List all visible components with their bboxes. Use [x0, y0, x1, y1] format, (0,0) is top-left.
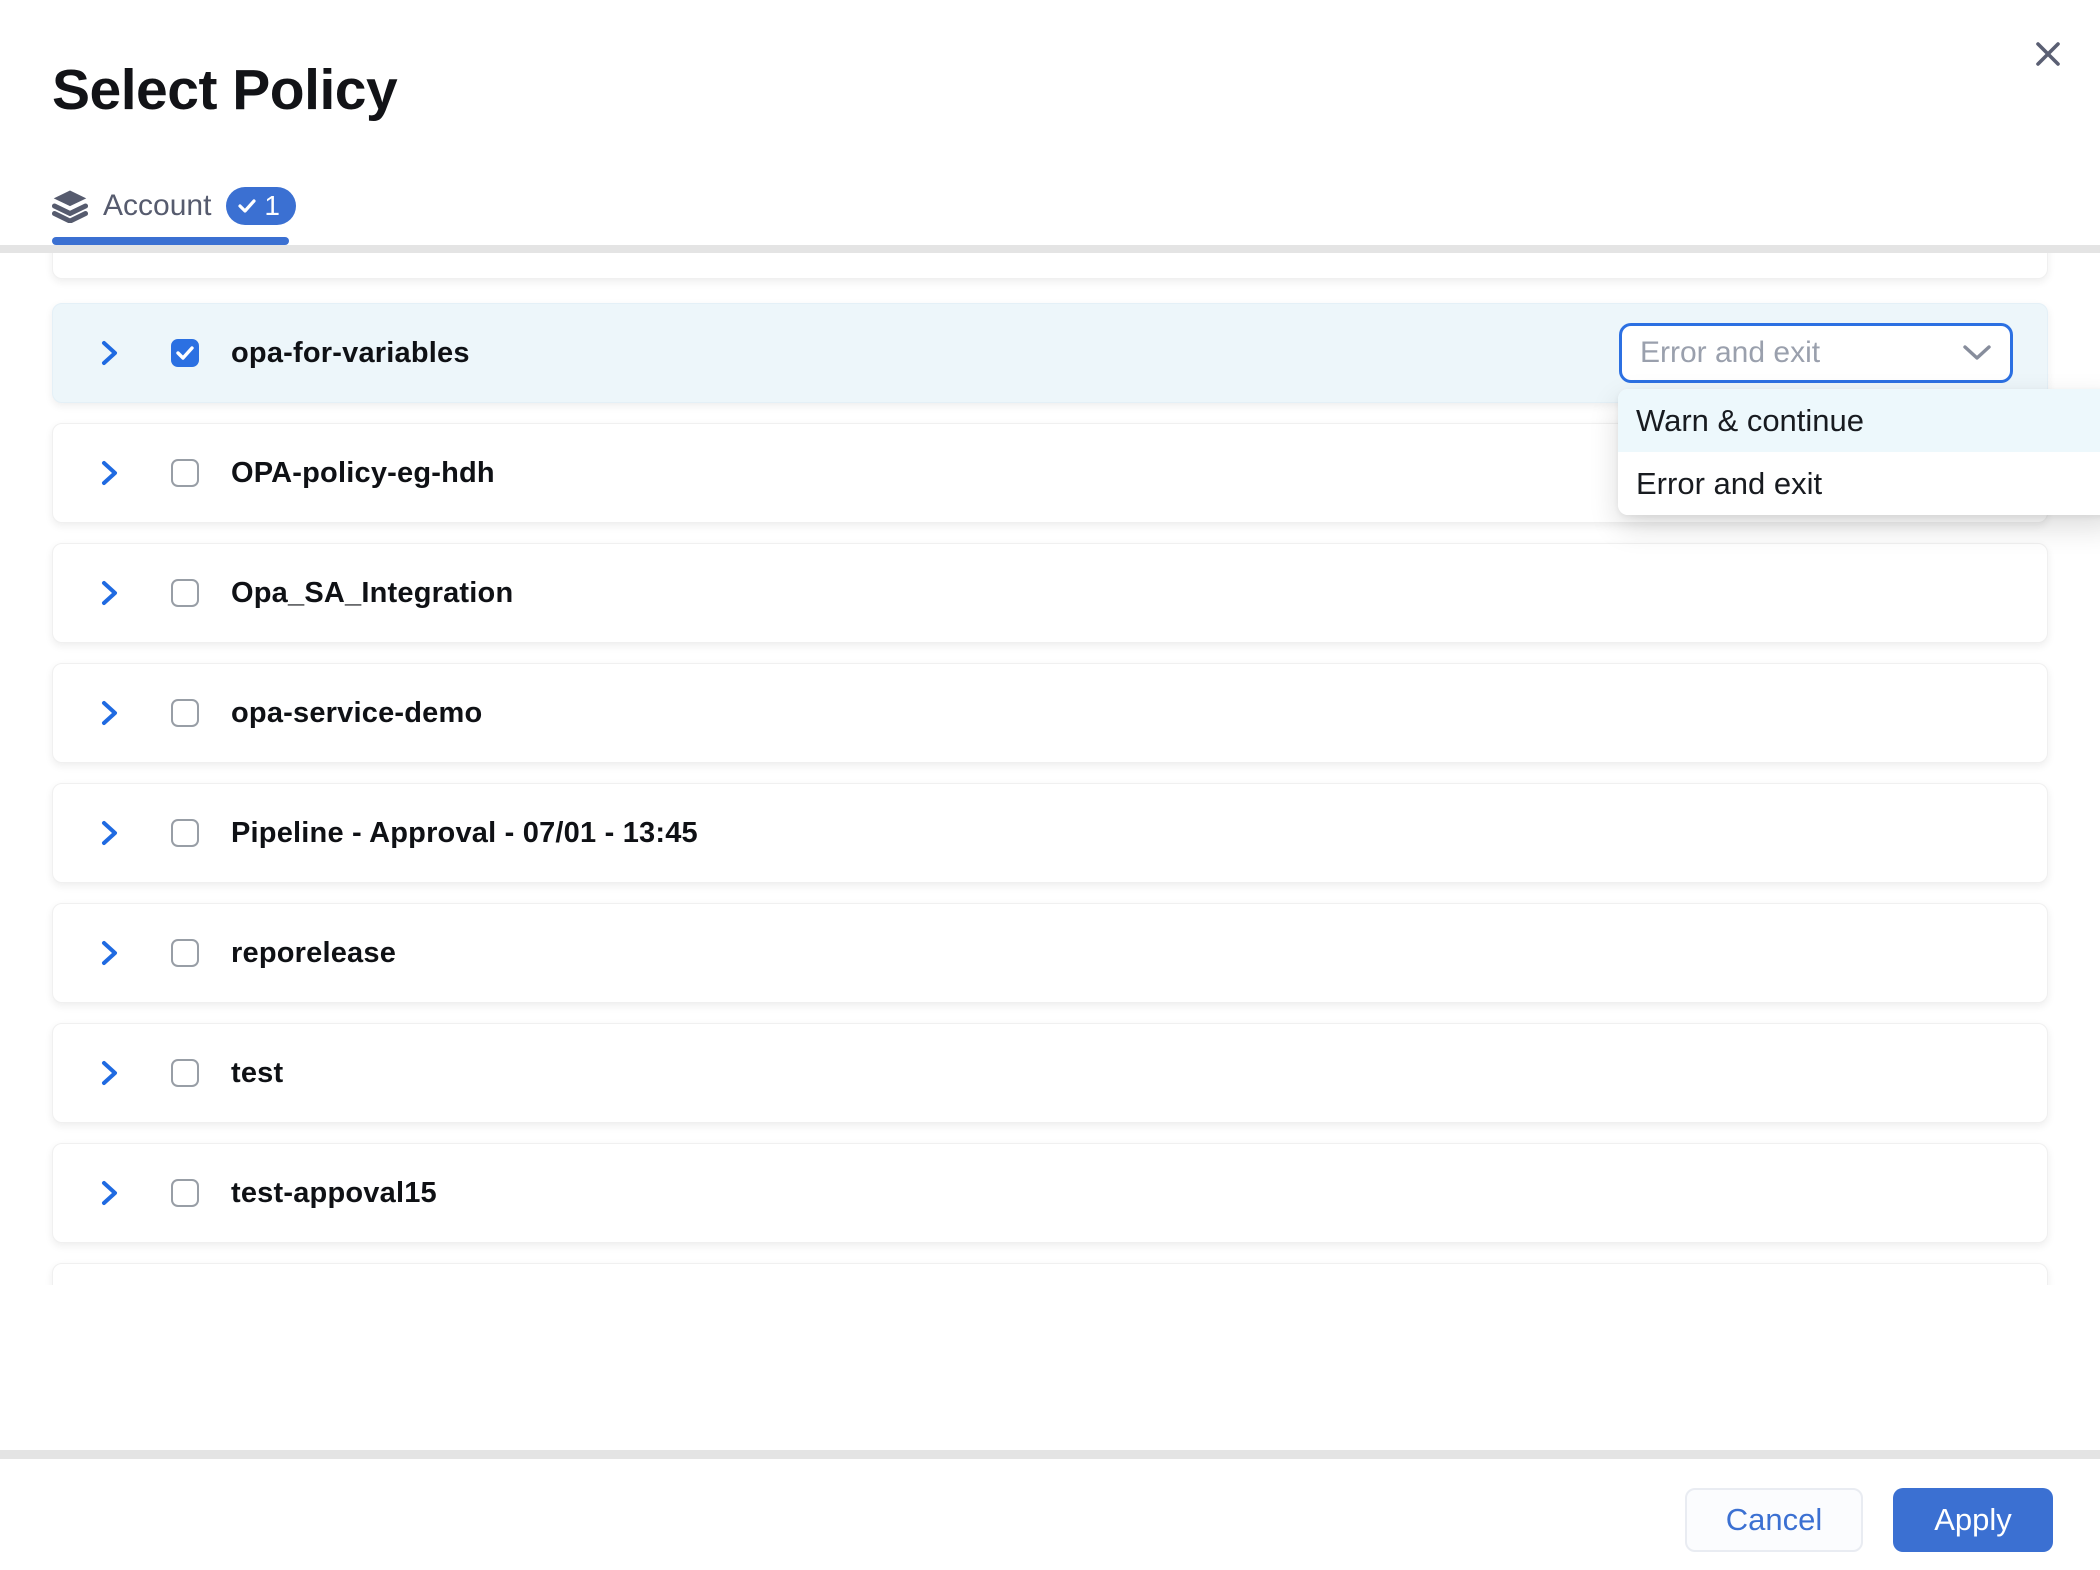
- table-row-test[interactable]: test: [52, 1023, 2048, 1123]
- layers-icon: [52, 189, 88, 223]
- policy-checkbox[interactable]: [171, 1059, 199, 1087]
- table-row-partial-top[interactable]: [52, 253, 2048, 279]
- active-tab-indicator: [52, 237, 289, 245]
- apply-button[interactable]: Apply: [1893, 1488, 2053, 1552]
- table-row-test-appoval15[interactable]: test-appoval15: [52, 1143, 2048, 1243]
- chevron-right-icon[interactable]: [100, 1056, 130, 1090]
- chevron-right-icon[interactable]: [100, 576, 130, 610]
- policy-checkbox[interactable]: [171, 579, 199, 607]
- table-row-partial-bottom[interactable]: [52, 1263, 2048, 1285]
- header-divider: [0, 245, 2100, 253]
- tab-account[interactable]: Account 1: [52, 183, 296, 229]
- menu-item-error-and-exit[interactable]: Error and exit: [1618, 452, 2100, 515]
- select-policy-modal: Select Policy Account 1: [0, 0, 2100, 1570]
- chevron-right-icon[interactable]: [100, 936, 130, 970]
- policy-checkbox[interactable]: [171, 459, 199, 487]
- policy-name: opa-for-variables: [231, 337, 470, 370]
- chevron-right-icon[interactable]: [100, 1176, 130, 1210]
- selected-count: 1: [264, 190, 280, 222]
- chevron-right-icon[interactable]: [100, 336, 130, 370]
- selected-count-badge: 1: [226, 187, 296, 225]
- severity-dropdown-menu: Warn & continue Error and exit: [1618, 389, 2100, 515]
- table-row-opa-for-variables[interactable]: opa-for-variables Error and exit: [52, 303, 2048, 403]
- chevron-down-icon: [1962, 344, 1992, 362]
- table-row-opa-service-demo[interactable]: opa-service-demo: [52, 663, 2048, 763]
- tab-account-label: Account: [103, 189, 211, 223]
- policy-checkbox[interactable]: [171, 939, 199, 967]
- policy-name: OPA-policy-eg-hdh: [231, 457, 495, 490]
- page-title: Select Policy: [52, 62, 397, 119]
- table-row-opa-sa-integration[interactable]: Opa_SA_Integration: [52, 543, 2048, 643]
- policy-checkbox[interactable]: [171, 1179, 199, 1207]
- policy-name: test: [231, 1057, 283, 1090]
- severity-select[interactable]: Error and exit: [1619, 323, 2013, 383]
- close-icon: [2032, 38, 2064, 70]
- policy-name: Opa_SA_Integration: [231, 577, 513, 610]
- footer-divider: [0, 1450, 2100, 1459]
- policy-checkbox[interactable]: [171, 699, 199, 727]
- policy-checkbox-checked[interactable]: [171, 339, 199, 367]
- check-icon: [238, 199, 256, 213]
- chevron-right-icon[interactable]: [100, 456, 130, 490]
- menu-item-warn-and-continue[interactable]: Warn & continue: [1618, 389, 2100, 452]
- close-button[interactable]: [2028, 34, 2068, 74]
- policy-name: reporelease: [231, 937, 396, 970]
- table-row-reporelease[interactable]: reporelease: [52, 903, 2048, 1003]
- chevron-right-icon[interactable]: [100, 816, 130, 850]
- policy-checkbox[interactable]: [171, 819, 199, 847]
- policy-name: opa-service-demo: [231, 697, 482, 730]
- table-row-pipeline-approval[interactable]: Pipeline - Approval - 07/01 - 13:45: [52, 783, 2048, 883]
- cancel-button[interactable]: Cancel: [1685, 1488, 1863, 1552]
- chevron-right-icon[interactable]: [100, 696, 130, 730]
- policy-name: test-appoval15: [231, 1177, 437, 1210]
- severity-select-value: Error and exit: [1640, 336, 1820, 370]
- policy-name: Pipeline - Approval - 07/01 - 13:45: [231, 817, 698, 850]
